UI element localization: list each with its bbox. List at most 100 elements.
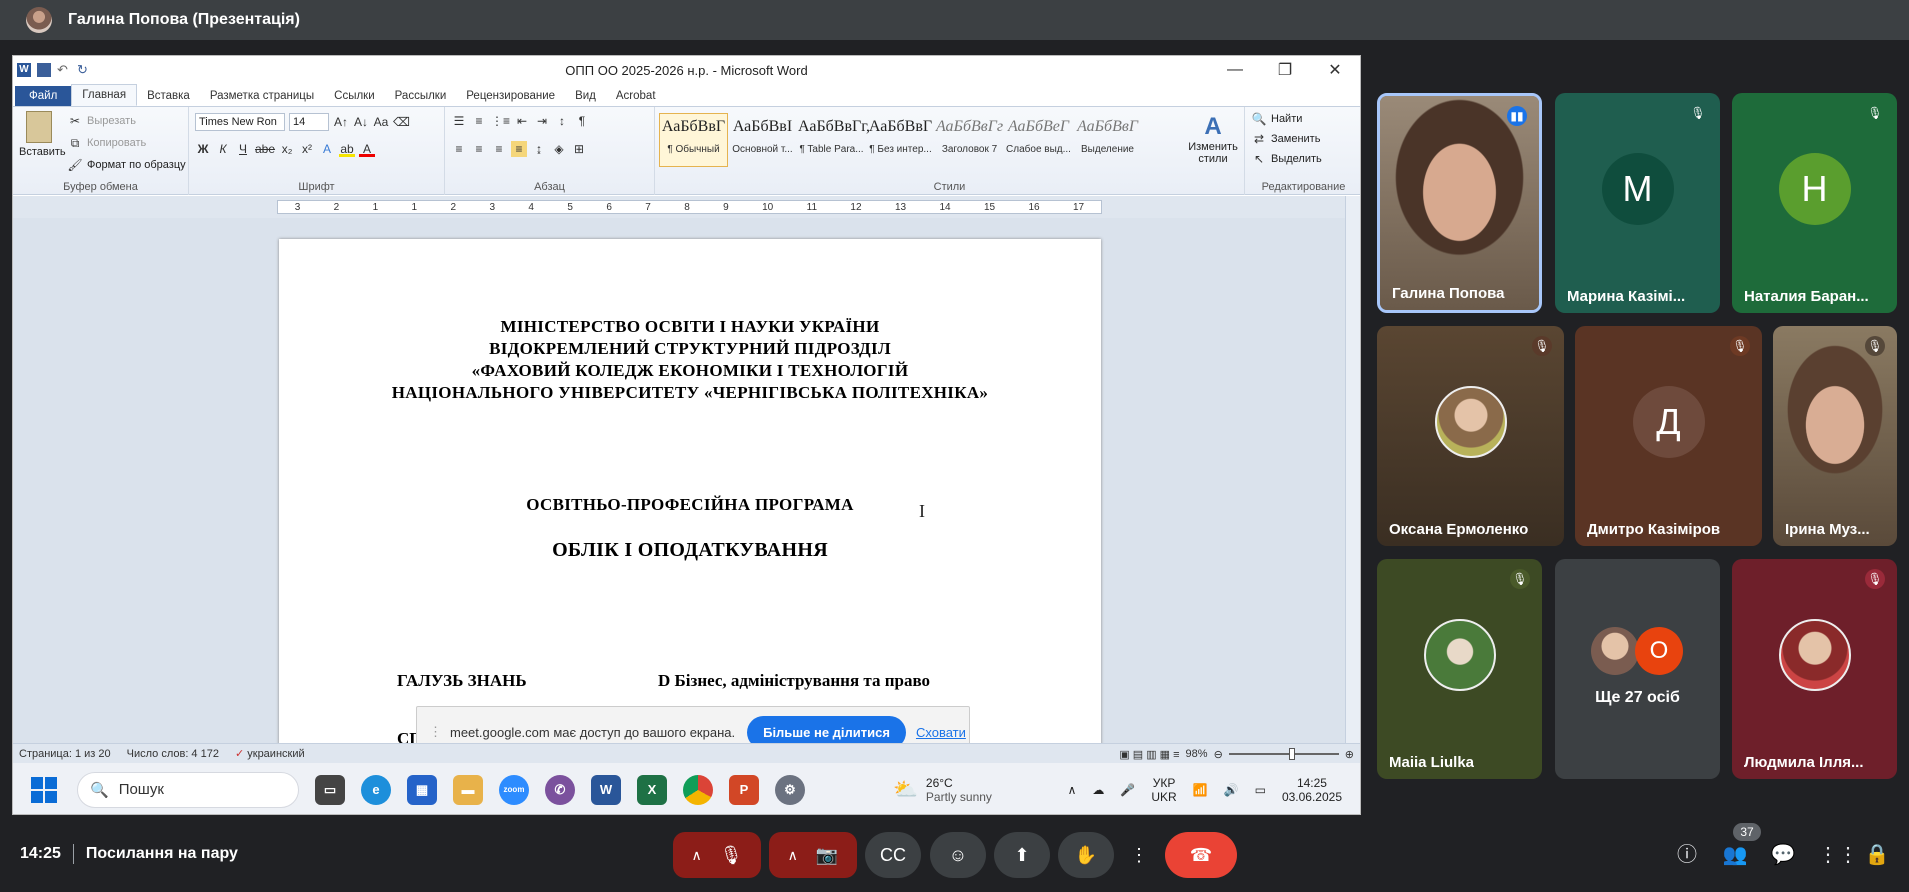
participant-tile[interactable]: 🎙 Maiia Liulka bbox=[1377, 559, 1542, 779]
increase-indent-icon[interactable]: ⇥ bbox=[534, 113, 550, 129]
info-icon[interactable]: ⓘ bbox=[1674, 842, 1700, 868]
font-color-icon[interactable]: A bbox=[359, 141, 376, 157]
tab-file[interactable]: Файл bbox=[15, 86, 72, 106]
style-item[interactable]: АаБбВеГ Слабое выд... bbox=[1004, 113, 1073, 167]
drag-handle-icon[interactable]: ⋮ bbox=[429, 724, 442, 740]
style-item[interactable]: АаБбВвГ ¶ Обычный bbox=[659, 113, 728, 167]
cut-button[interactable]: ✂ Вырезать bbox=[67, 113, 136, 129]
zoom-level[interactable]: 98% bbox=[1186, 748, 1208, 760]
find-button[interactable]: 🔍 Найти bbox=[1251, 111, 1303, 127]
tab-mailings[interactable]: Рассылки bbox=[385, 86, 457, 106]
raise-hand-button[interactable]: ✋ bbox=[1058, 832, 1114, 878]
tab-references[interactable]: Ссылки bbox=[324, 86, 385, 106]
participant-tile[interactable]: Н 🎙 Наталия Баран... bbox=[1732, 93, 1897, 313]
chrome-icon[interactable] bbox=[683, 774, 713, 805]
multilevel-list-icon[interactable]: ⋮≡ bbox=[491, 113, 510, 129]
style-item[interactable]: АаБбВвІ Основной т... bbox=[728, 113, 797, 167]
chat-icon[interactable]: 💬 bbox=[1770, 842, 1796, 868]
participant-tile[interactable]: ▮▮ Галина Попова bbox=[1377, 93, 1542, 313]
page-count[interactable]: Страница: 1 из 20 bbox=[19, 748, 111, 760]
zoom-in-icon[interactable]: ⊕ bbox=[1345, 748, 1354, 761]
excel-app-icon[interactable]: X bbox=[637, 774, 667, 805]
view-mode-icons[interactable]: ▣ ▤ ▥ ▦ ≡ bbox=[1119, 748, 1179, 761]
line-spacing-icon[interactable]: ↨ bbox=[531, 141, 547, 157]
people-icon[interactable]: 👥 bbox=[1722, 842, 1748, 868]
camera-off-icon[interactable]: 📷 bbox=[816, 845, 838, 866]
copy-button[interactable]: ⧉ Копировать bbox=[67, 135, 147, 151]
highlight-icon[interactable]: ab bbox=[339, 141, 356, 157]
participant-tile[interactable]: 🎙 Людмила Ілля... bbox=[1732, 559, 1897, 779]
participant-tile[interactable]: 🎙 Ірина Муз... bbox=[1773, 326, 1897, 546]
strikethrough-icon[interactable]: abe bbox=[255, 141, 275, 157]
italic-icon[interactable]: К bbox=[215, 141, 231, 157]
store-icon[interactable]: ▦ bbox=[407, 774, 437, 805]
task-view-icon[interactable]: ▭ bbox=[315, 774, 345, 805]
taskbar-search[interactable]: 🔍 Пошук bbox=[77, 771, 299, 808]
activities-icon[interactable]: ⋮⋮ bbox=[1818, 842, 1858, 868]
style-item[interactable]: АаБбВвГг Заголовок 7 bbox=[935, 113, 1004, 167]
horizontal-ruler[interactable]: 3 2 1 1 2 3 4 5 6 7 8 9 10 11 12 13 14 15 16 17 bbox=[277, 200, 1102, 214]
shrink-font-icon[interactable]: A↓ bbox=[353, 114, 369, 130]
volume-icon[interactable]: 🔊 bbox=[1224, 783, 1239, 797]
chevron-up-icon[interactable]: ∧ bbox=[788, 847, 798, 864]
vertical-scrollbar[interactable] bbox=[1345, 196, 1360, 743]
change-styles-button[interactable]: A Изменить стили bbox=[1185, 113, 1241, 165]
tab-home[interactable]: Главная bbox=[71, 84, 138, 106]
style-item[interactable]: АаБбВвГг, ¶ Table Para... bbox=[797, 113, 870, 167]
align-center-icon[interactable]: ≡ bbox=[471, 141, 487, 157]
mic-control[interactable]: ∧ 🎙 bbox=[673, 832, 761, 878]
align-left-icon[interactable]: ≡ bbox=[451, 141, 467, 157]
format-painter-button[interactable]: 🖌 Формат по образцу bbox=[67, 157, 185, 173]
borders-icon[interactable]: ⊞ bbox=[571, 141, 587, 157]
font-size-select[interactable]: 14 bbox=[289, 113, 329, 131]
tab-view[interactable]: Вид bbox=[565, 86, 606, 106]
captions-button[interactable]: CC bbox=[865, 832, 921, 878]
style-item[interactable]: АаБбВвГ ¶ Без интер... bbox=[866, 113, 935, 167]
tab-acrobat[interactable]: Acrobat bbox=[606, 86, 666, 106]
tab-insert[interactable]: Вставка bbox=[137, 86, 200, 106]
participant-tile[interactable]: М 🎙 Марина Казімі... bbox=[1555, 93, 1720, 313]
justify-icon[interactable]: ≡ bbox=[511, 141, 527, 157]
windows-start-icon[interactable] bbox=[31, 776, 57, 803]
document-area[interactable]: МІНІСТЕРСТВО ОСВІТИ І НАУКИ УКРАЇНИ ВІДО… bbox=[13, 218, 1347, 759]
more-options-button[interactable]: ⋮ bbox=[1122, 832, 1156, 878]
powerpoint-app-icon[interactable]: P bbox=[729, 774, 759, 805]
tab-page-layout[interactable]: Разметка страницы bbox=[200, 86, 324, 106]
underline-icon[interactable]: Ч bbox=[235, 141, 251, 157]
participant-tile[interactable]: 🎙 Оксана Ермоленко bbox=[1377, 326, 1564, 546]
tray-overflow-icon[interactable]: ∧ bbox=[1068, 783, 1077, 797]
taskbar-clock[interactable]: 14:25 03.06.2025 bbox=[1282, 776, 1342, 804]
show-marks-icon[interactable]: ¶ bbox=[574, 113, 590, 129]
document-page[interactable]: МІНІСТЕРСТВО ОСВІТИ І НАУКИ УКРАЇНИ ВІДО… bbox=[279, 239, 1101, 759]
language-switcher[interactable]: УКР UKR bbox=[1151, 776, 1176, 804]
change-case-icon[interactable]: Aa bbox=[373, 114, 389, 130]
subscript-icon[interactable]: x₂ bbox=[279, 141, 295, 157]
zoom-slider[interactable] bbox=[1228, 748, 1339, 760]
align-right-icon[interactable]: ≡ bbox=[491, 141, 507, 157]
grow-font-icon[interactable]: A↑ bbox=[333, 114, 349, 130]
others-tile[interactable]: О Ще 27 осіб bbox=[1555, 559, 1720, 779]
sort-icon[interactable]: ↕ bbox=[554, 113, 570, 129]
onedrive-icon[interactable]: ☁ bbox=[1092, 783, 1104, 797]
battery-icon[interactable]: ▭ bbox=[1255, 783, 1266, 797]
leave-call-button[interactable]: ☎ bbox=[1165, 832, 1237, 878]
clear-format-icon[interactable]: ⌫ bbox=[393, 114, 410, 130]
bullets-icon[interactable]: ☰ bbox=[451, 113, 467, 129]
replace-button[interactable]: ⇄ Заменить bbox=[1251, 131, 1320, 147]
zoom-out-icon[interactable]: ⊖ bbox=[1214, 748, 1223, 761]
settings-icon[interactable]: ⚙ bbox=[775, 774, 805, 805]
zoom-app-icon[interactable]: zoom bbox=[499, 774, 529, 805]
paste-button[interactable]: Вставить bbox=[19, 111, 66, 158]
minimize-button[interactable]: — bbox=[1210, 56, 1260, 84]
mic-off-icon[interactable]: 🎙 bbox=[720, 845, 743, 866]
file-explorer-icon[interactable]: ▬ bbox=[453, 774, 483, 805]
numbering-icon[interactable]: ≡ bbox=[471, 113, 487, 129]
chevron-up-icon[interactable]: ∧ bbox=[691, 847, 701, 864]
bold-icon[interactable]: Ж bbox=[195, 141, 211, 157]
microphone-icon[interactable]: 🎤 bbox=[1120, 783, 1135, 797]
style-item[interactable]: АаБбВвГ Выделение bbox=[1073, 113, 1142, 167]
shading-icon[interactable]: ◈ bbox=[551, 141, 567, 157]
wifi-icon[interactable]: 📶 bbox=[1193, 783, 1208, 797]
text-effects-icon[interactable]: A bbox=[319, 141, 335, 157]
tab-review[interactable]: Рецензирование bbox=[456, 86, 565, 106]
